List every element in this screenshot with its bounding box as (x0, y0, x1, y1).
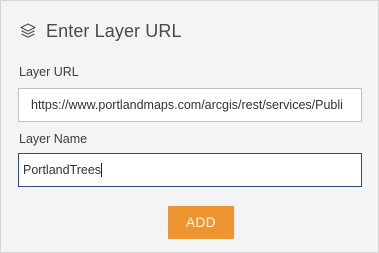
layer-name-input[interactable]: PortlandTrees (18, 153, 362, 187)
panel-header: Enter Layer URL (18, 18, 182, 44)
layer-url-label: Layer URL (19, 65, 79, 79)
text-caret (101, 162, 103, 177)
layer-name-value: PortlandTrees (23, 163, 102, 177)
layer-name-label: Layer Name (19, 132, 88, 146)
enter-layer-url-panel: Enter Layer URL Layer URL https://www.po… (0, 0, 379, 253)
layer-url-input[interactable]: https://www.portlandmaps.com/arcgis/rest… (18, 88, 362, 122)
panel-title: Enter Layer URL (46, 20, 182, 41)
layer-url-value: https://www.portlandmaps.com/arcgis/rest… (31, 98, 343, 112)
add-button[interactable]: ADD (168, 206, 234, 239)
layers-icon (18, 21, 38, 41)
